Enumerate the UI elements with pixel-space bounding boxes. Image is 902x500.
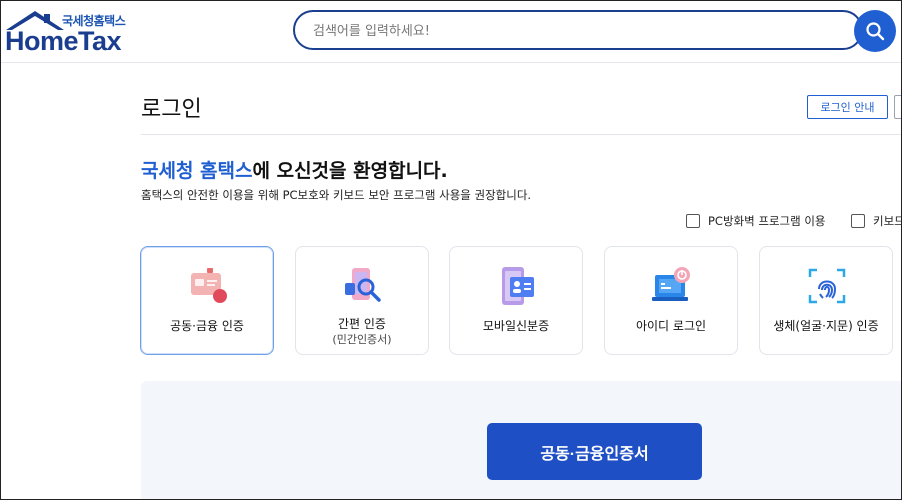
hometax-logo[interactable]: 국세청홈택스 HomeTax bbox=[4, 8, 126, 56]
method-label: 아이디 로그인 bbox=[635, 319, 707, 333]
login-guide-button[interactable]: 로그인 안내 bbox=[807, 95, 888, 119]
page-title: 로그인 bbox=[141, 97, 202, 122]
divider bbox=[141, 134, 902, 135]
option-pc-firewall[interactable]: PC방화벽 프로그램 이용 bbox=[686, 213, 826, 229]
welcome-brand: 국세청 홈택스 bbox=[141, 160, 253, 182]
welcome-description: 홈택스의 안전한 이용을 위해 PC보호와 키보드 보안 프로그램 사용을 권장… bbox=[141, 188, 532, 202]
certificate-login-button[interactable]: 공동·금융인증서 bbox=[487, 423, 702, 480]
checkbox[interactable] bbox=[686, 214, 700, 228]
welcome-heading: 국세청 홈택스에 오신것을 환영합니다. bbox=[141, 156, 448, 183]
header: 국세청홈택스 HomeTax bbox=[0, 0, 902, 63]
search-box bbox=[293, 10, 863, 50]
certificate-card-icon bbox=[191, 268, 227, 303]
search-button[interactable] bbox=[854, 10, 896, 52]
search-icon bbox=[866, 22, 885, 41]
fingerprint-icon bbox=[808, 268, 846, 304]
secondary-guide-button[interactable] bbox=[894, 95, 902, 119]
mobile-id-icon bbox=[502, 267, 534, 305]
method-card-biometric[interactable]: 생체(얼굴·지문) 인증 bbox=[759, 246, 893, 355]
logo-text: HomeTax bbox=[5, 26, 122, 56]
method-card-id-login[interactable]: 아이디 로그인 bbox=[604, 246, 738, 355]
option-label: 키보드 bbox=[873, 214, 902, 228]
welcome-text: 에 오신것을 환영합니다. bbox=[252, 160, 448, 182]
search-input[interactable] bbox=[311, 20, 835, 42]
method-sublabel: (민간인증서) bbox=[332, 333, 392, 346]
method-label: 모바일신분증 bbox=[482, 319, 550, 333]
option-keyboard-security[interactable]: 키보드 bbox=[851, 213, 902, 229]
simple-auth-phone-icon bbox=[345, 268, 381, 302]
method-label: 공동·금융 인증 bbox=[170, 319, 244, 333]
method-card-mobile-id[interactable]: 모바일신분증 bbox=[449, 246, 583, 355]
method-label: 생체(얼굴·지문) 인증 bbox=[773, 319, 879, 333]
method-label: 간편 인증 bbox=[338, 317, 386, 331]
option-label: PC방화벽 프로그램 이용 bbox=[708, 214, 826, 228]
id-login-laptop-icon bbox=[652, 267, 690, 301]
method-card-certificate[interactable]: 공동·금융 인증 bbox=[140, 246, 274, 355]
method-card-simple-auth[interactable]: 간편 인증 (민간인증서) bbox=[295, 246, 429, 355]
checkbox[interactable] bbox=[851, 214, 865, 228]
